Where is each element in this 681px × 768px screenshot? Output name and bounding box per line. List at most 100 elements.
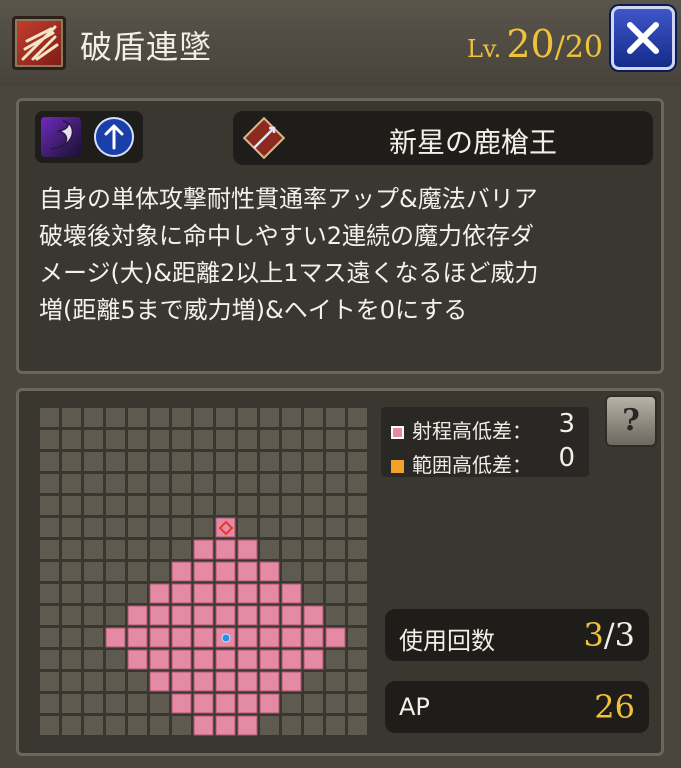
range-cell <box>172 452 191 471</box>
range-cell <box>106 606 125 625</box>
range-cell <box>84 430 103 449</box>
range-cell <box>84 584 103 603</box>
range-cell-active <box>237 605 258 626</box>
range-cell-active <box>193 693 214 714</box>
range-cell <box>348 408 367 427</box>
range-cell <box>282 496 301 515</box>
range-cell <box>304 716 323 735</box>
range-cell <box>216 452 235 471</box>
range-cell <box>84 452 103 471</box>
dark-element-icon <box>41 117 81 157</box>
level-max: 20 <box>564 30 603 65</box>
range-cell-active <box>215 671 236 692</box>
range-cell <box>84 408 103 427</box>
range-cell <box>304 540 323 559</box>
range-cell <box>326 562 345 581</box>
range-height-row: 射程高低差： <box>391 415 532 444</box>
range-cell <box>282 518 301 537</box>
range-cell <box>128 430 147 449</box>
range-cell <box>62 452 81 471</box>
range-grid <box>40 408 367 736</box>
range-cell <box>172 408 191 427</box>
range-cell-active <box>215 649 236 670</box>
range-cell <box>106 408 125 427</box>
range-cell-active <box>105 627 126 648</box>
range-cell <box>128 694 147 713</box>
range-cell <box>62 474 81 493</box>
range-cell <box>326 452 345 471</box>
range-cell-active <box>259 583 280 604</box>
range-cell <box>84 518 103 537</box>
uses-current: 3 <box>583 616 604 654</box>
range-cell <box>150 562 169 581</box>
range-height-label: 射程高低差： <box>412 419 532 443</box>
range-cell <box>238 452 257 471</box>
range-cell-active <box>193 671 214 692</box>
uses-box: 使用回数 3/3 <box>385 609 649 661</box>
range-cell <box>84 716 103 735</box>
range-cell <box>304 474 323 493</box>
range-cell-active <box>215 561 236 582</box>
range-cell <box>304 496 323 515</box>
range-cell <box>106 672 125 691</box>
range-cell-active <box>281 583 302 604</box>
range-cell <box>40 672 59 691</box>
range-cell <box>172 540 191 559</box>
range-cell <box>40 562 59 581</box>
range-cell <box>282 474 301 493</box>
range-cell <box>282 408 301 427</box>
skill-header: 破盾連墜 Lv. 20/20 <box>0 0 681 86</box>
range-cell <box>260 430 279 449</box>
uses-label: 使用回数 <box>399 627 495 655</box>
range-cell-active <box>127 627 148 648</box>
help-button[interactable]: ? <box>605 395 657 447</box>
range-cell <box>128 672 147 691</box>
range-cell <box>106 650 125 669</box>
range-cell-active <box>259 605 280 626</box>
uses-max: 3 <box>614 616 635 654</box>
range-cell <box>326 716 345 735</box>
range-cell <box>238 496 257 515</box>
range-cell <box>84 672 103 691</box>
range-cell <box>150 518 169 537</box>
range-cell-active <box>237 539 258 560</box>
spear-skill-icon <box>12 16 66 70</box>
range-cell-active <box>215 693 236 714</box>
close-button[interactable] <box>611 6 675 70</box>
magic-attack-icon <box>93 116 135 158</box>
range-cell <box>348 716 367 735</box>
range-cell <box>216 496 235 515</box>
level-current: 20 <box>506 22 555 66</box>
range-cell <box>260 452 279 471</box>
range-cell <box>348 452 367 471</box>
range-cell <box>238 408 257 427</box>
range-cell-active <box>215 715 236 736</box>
range-cell <box>348 650 367 669</box>
range-cell-active <box>127 649 148 670</box>
range-cell <box>348 606 367 625</box>
range-cell <box>172 518 191 537</box>
range-cell-active <box>237 583 258 604</box>
range-cell <box>84 562 103 581</box>
range-cell <box>304 518 323 537</box>
range-cell <box>40 694 59 713</box>
level-prefix: Lv. <box>466 35 502 63</box>
range-cell <box>62 694 81 713</box>
range-cell <box>194 430 213 449</box>
range-cell <box>62 408 81 427</box>
range-cell <box>194 452 213 471</box>
range-cell <box>304 430 323 449</box>
range-cell <box>106 474 125 493</box>
range-cell-active <box>281 649 302 670</box>
range-cell <box>128 408 147 427</box>
range-cell <box>172 430 191 449</box>
range-cell <box>260 408 279 427</box>
range-cell-active <box>149 671 170 692</box>
range-panel: 射程高低差： 3 範囲高低差： 0 ? 使用回数 3/3 AP 26 <box>16 388 664 756</box>
range-cell <box>106 540 125 559</box>
range-cell <box>40 452 59 471</box>
range-cell <box>348 562 367 581</box>
range-cell <box>62 540 81 559</box>
range-cell-active <box>149 627 170 648</box>
area-height-label: 範囲高低差： <box>412 453 532 477</box>
